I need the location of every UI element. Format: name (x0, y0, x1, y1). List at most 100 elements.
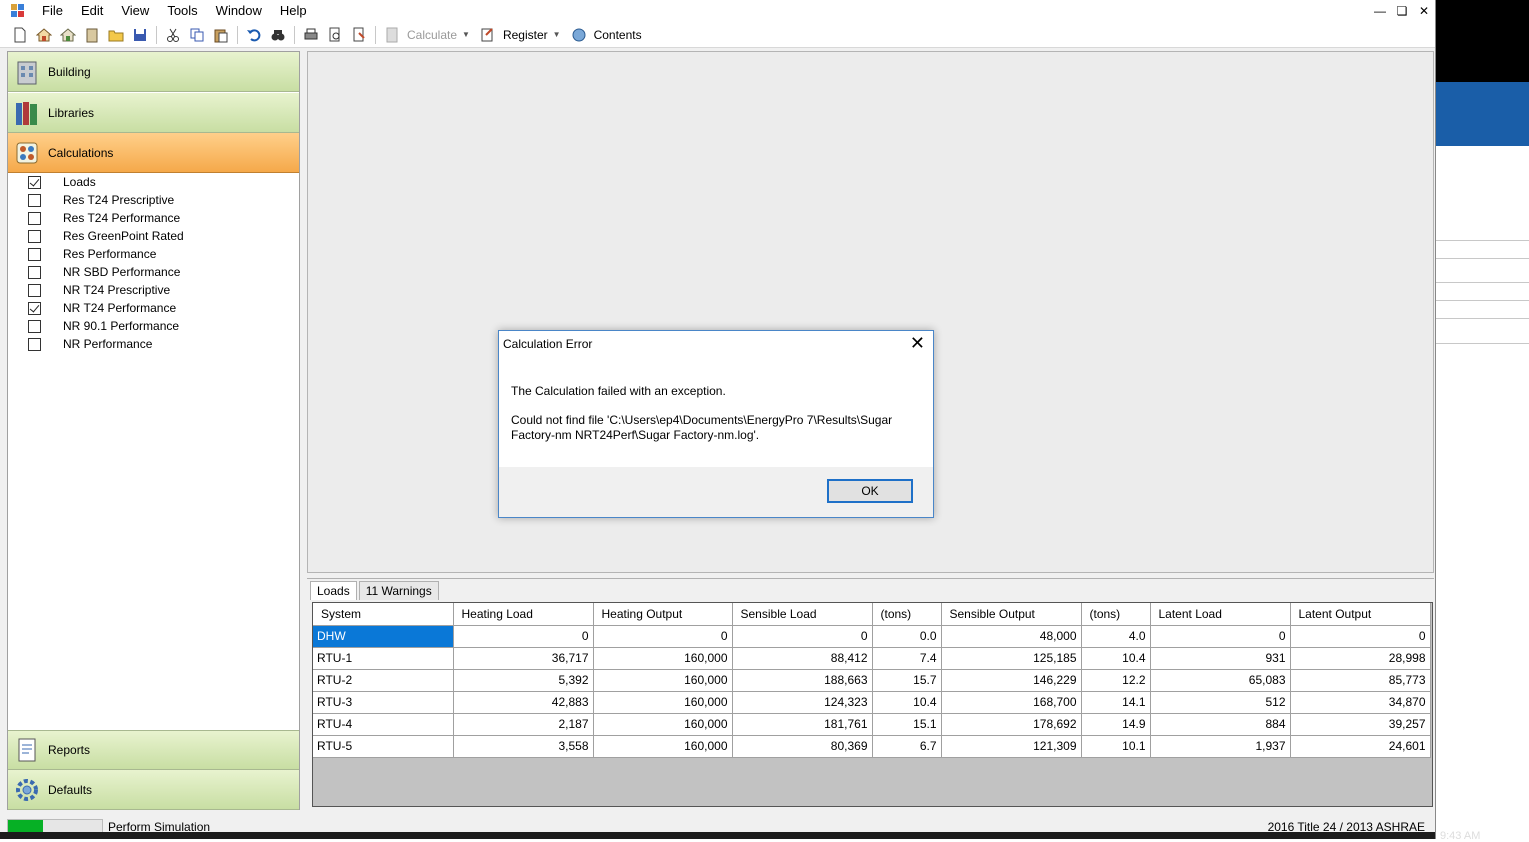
table-cell[interactable]: 24,601 (1290, 735, 1431, 758)
table-cell[interactable]: 884 (1150, 713, 1291, 736)
table-cell[interactable]: 88,412 (732, 647, 873, 670)
page-setup-icon[interactable] (351, 27, 367, 43)
table-cell[interactable]: 178,692 (941, 713, 1082, 736)
calculate-button[interactable]: Calculate (407, 28, 457, 42)
table-cell[interactable]: 0 (1150, 625, 1291, 648)
column-header[interactable]: Heating Output (593, 603, 733, 626)
calc-item-nr-t24-performance[interactable]: NR T24 Performance (8, 299, 299, 317)
system-name-cell[interactable]: RTU-4 (313, 713, 454, 736)
table-cell[interactable]: 3,558 (453, 735, 594, 758)
table-cell[interactable]: 14.9 (1081, 713, 1151, 736)
system-name-cell[interactable]: DHW (313, 625, 454, 648)
table-cell[interactable]: 48,000 (941, 625, 1082, 648)
calc-item-res-performance[interactable]: Res Performance (8, 245, 299, 263)
print-icon[interactable] (303, 27, 319, 43)
checkbox-nr-sbd-performance[interactable] (28, 265, 41, 279)
dialog-close-icon[interactable]: ✕ (910, 333, 925, 353)
tab-warnings[interactable]: 11 Warnings (358, 581, 439, 600)
nav-building[interactable]: Building (8, 52, 299, 92)
table-cell[interactable]: 160,000 (593, 669, 733, 692)
checkbox-loads[interactable] (28, 175, 41, 189)
calc-item-nr-sbd-performance[interactable]: NR SBD Performance (8, 263, 299, 281)
table-row[interactable]: RTU-3 42,883 160,000 124,323 10.4 168,700 14.1… (313, 691, 1431, 714)
table-cell[interactable]: 7.4 (872, 647, 942, 670)
calc-item-nr-t24-prescriptive[interactable]: NR T24 Prescriptive (8, 281, 299, 299)
cut-icon[interactable] (165, 27, 181, 43)
print-preview-icon[interactable] (327, 27, 343, 43)
table-cell[interactable]: 931 (1150, 647, 1291, 670)
table-row[interactable]: RTU-2 5,392 160,000 188,663 15.7 146,229 12.2 6… (313, 669, 1431, 692)
table-cell[interactable]: 0.0 (872, 625, 942, 648)
building-home-icon[interactable] (60, 27, 76, 43)
paste-icon[interactable] (213, 27, 229, 43)
table-cell[interactable]: 85,773 (1290, 669, 1431, 692)
calc-item-loads[interactable]: Loads (8, 173, 299, 191)
table-cell[interactable]: 36,717 (453, 647, 594, 670)
system-name-cell[interactable]: RTU-1 (313, 647, 454, 670)
table-row[interactable]: RTU-5 3,558 160,000 80,369 6.7 121,309 10.1 1,9… (313, 735, 1431, 758)
undo-icon[interactable] (246, 27, 262, 43)
table-cell[interactable]: 0 (1290, 625, 1431, 648)
nav-calculations[interactable]: Calculations (8, 133, 299, 173)
system-name-cell[interactable]: RTU-5 (313, 735, 454, 758)
table-cell[interactable]: 15.1 (872, 713, 942, 736)
menu-edit[interactable]: Edit (72, 0, 112, 22)
checkbox-nr-t24-performance[interactable] (28, 301, 41, 315)
menu-tools[interactable]: Tools (158, 0, 206, 22)
table-row[interactable]: DHW 0 0 0 0.0 48,000 4.0 0 0 (313, 625, 1431, 648)
table-row[interactable]: RTU-1 36,717 160,000 88,412 7.4 125,185 10.4 93… (313, 647, 1431, 670)
system-name-cell[interactable]: RTU-2 (313, 669, 454, 692)
checkbox-res-performance[interactable] (28, 247, 41, 261)
app-icon[interactable] (11, 4, 25, 18)
checkbox-res-t24-prescriptive[interactable] (28, 193, 41, 207)
table-cell[interactable]: 5,392 (453, 669, 594, 692)
table-cell[interactable]: 2,187 (453, 713, 594, 736)
checkbox-nr-performance[interactable] (28, 337, 41, 351)
table-cell[interactable]: 1,937 (1150, 735, 1291, 758)
table-cell[interactable]: 42,883 (453, 691, 594, 714)
nav-libraries[interactable]: Libraries (8, 93, 299, 133)
table-cell[interactable]: 160,000 (593, 691, 733, 714)
table-cell[interactable]: 39,257 (1290, 713, 1431, 736)
open-folder-icon[interactable] (108, 27, 124, 43)
checkbox-nr-t24-prescriptive[interactable] (28, 283, 41, 297)
close-icon[interactable]: ✕ (1413, 0, 1435, 22)
calculate-dropdown-icon[interactable]: ▼ (462, 30, 470, 39)
table-cell[interactable]: 160,000 (593, 713, 733, 736)
table-cell[interactable]: 14.1 (1081, 691, 1151, 714)
menu-help[interactable]: Help (271, 0, 316, 22)
column-header[interactable]: Sensible Load (732, 603, 873, 626)
calc-item-res-t24-performance[interactable]: Res T24 Performance (8, 209, 299, 227)
column-header[interactable]: Latent Load (1150, 603, 1291, 626)
table-cell[interactable]: 160,000 (593, 735, 733, 758)
table-cell[interactable]: 0 (732, 625, 873, 648)
system-name-cell[interactable]: RTU-3 (313, 691, 454, 714)
table-cell[interactable]: 181,761 (732, 713, 873, 736)
ok-button[interactable]: OK (827, 479, 913, 503)
calc-item-res-greenpoint-rated[interactable]: Res GreenPoint Rated (8, 227, 299, 245)
table-cell[interactable]: 188,663 (732, 669, 873, 692)
calc-item-res-t24-prescriptive[interactable]: Res T24 Prescriptive (8, 191, 299, 209)
tab-loads[interactable]: Loads (310, 581, 357, 600)
column-header[interactable]: System (313, 603, 454, 626)
minimize-icon[interactable]: — (1369, 0, 1391, 22)
table-cell[interactable]: 10.4 (872, 691, 942, 714)
table-cell[interactable]: 168,700 (941, 691, 1082, 714)
nav-defaults[interactable]: Defaults (8, 770, 299, 810)
calc-item-nr-90-1-performance[interactable]: NR 90.1 Performance (8, 317, 299, 335)
column-header[interactable]: (tons) (872, 603, 942, 626)
table-row[interactable]: RTU-4 2,187 160,000 181,761 15.1 178,692 14.9 8… (313, 713, 1431, 736)
table-cell[interactable]: 121,309 (941, 735, 1082, 758)
copy-icon[interactable] (189, 27, 205, 43)
column-header[interactable]: Heating Load (453, 603, 594, 626)
home-icon[interactable] (36, 27, 52, 43)
table-cell[interactable]: 28,998 (1290, 647, 1431, 670)
table-cell[interactable]: 10.1 (1081, 735, 1151, 758)
new-file-icon[interactable] (12, 27, 28, 43)
calc-item-nr-performance[interactable]: NR Performance (8, 335, 299, 353)
checkbox-res-greenpoint-rated[interactable] (28, 229, 41, 243)
table-cell[interactable]: 512 (1150, 691, 1291, 714)
table-cell[interactable]: 34,870 (1290, 691, 1431, 714)
menu-file[interactable]: File (33, 0, 72, 22)
contents-button[interactable]: Contents (594, 28, 642, 42)
